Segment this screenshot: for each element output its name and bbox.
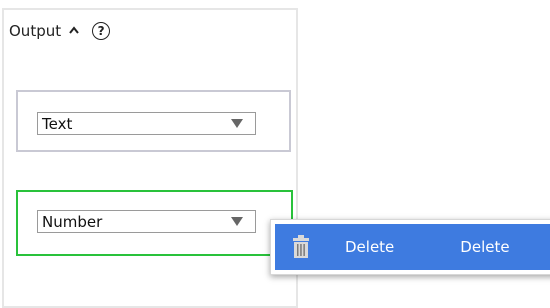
output-field-text[interactable]: Text	[16, 90, 291, 152]
output-title: Output	[9, 22, 62, 40]
output-header: Output ?	[9, 20, 111, 42]
menu-item-secondary-label: Delete	[460, 238, 510, 256]
dropdown-arrow-icon[interactable]	[231, 119, 243, 128]
type-select-value: Number	[42, 212, 103, 231]
type-select[interactable]: Text	[37, 112, 256, 135]
caret-up-icon[interactable]	[68, 25, 80, 37]
dropdown-arrow-icon[interactable]	[231, 217, 243, 226]
trash-icon	[291, 234, 311, 260]
help-icon[interactable]: ?	[92, 22, 111, 40]
output-panel	[2, 8, 298, 308]
menu-item-delete[interactable]: Delete Delete	[275, 224, 550, 270]
output-field-number[interactable]: Number	[16, 190, 293, 256]
type-select-value: Text	[42, 114, 73, 133]
menu-item-label: Delete	[345, 238, 395, 256]
type-select[interactable]: Number	[37, 210, 256, 233]
context-menu: Delete Delete	[270, 219, 550, 275]
